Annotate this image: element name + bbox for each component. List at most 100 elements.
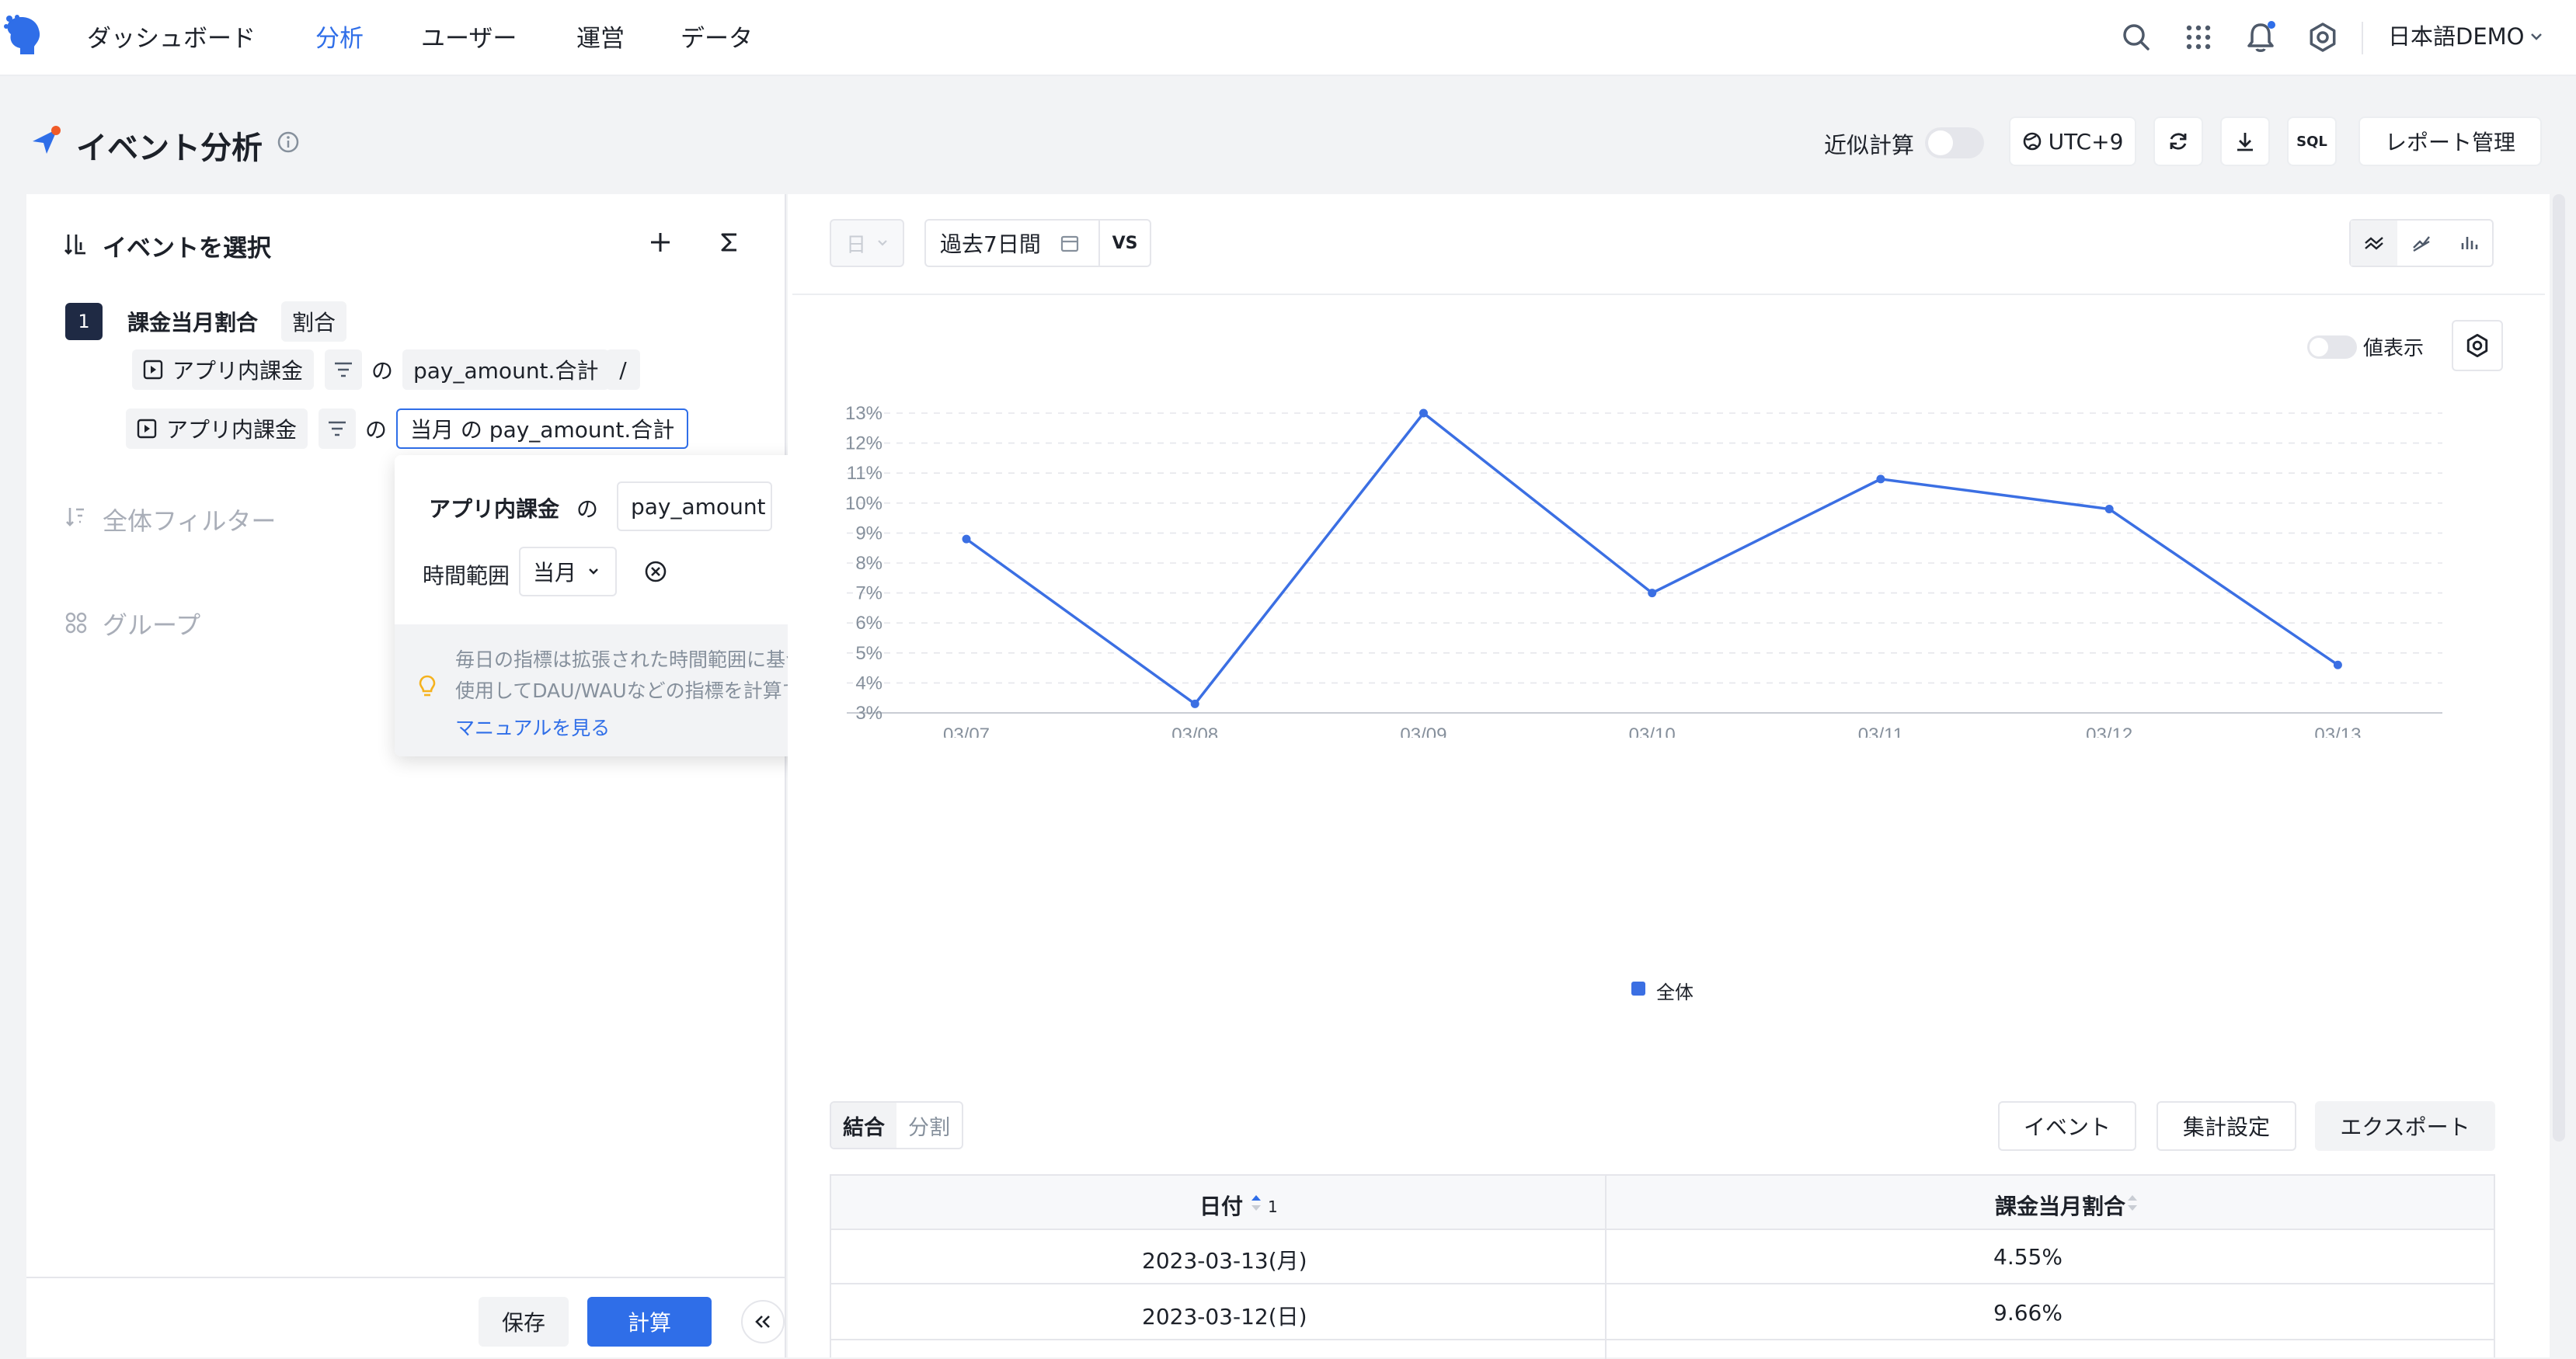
popover-of-label-1: の bbox=[576, 496, 599, 522]
sort-icon[interactable] bbox=[1249, 1191, 1263, 1215]
aggregation-settings-button[interactable]: 集計設定 bbox=[2157, 1101, 2296, 1151]
column-header-date[interactable]: 日付 bbox=[1199, 1190, 1243, 1221]
event-play-icon bbox=[143, 360, 163, 380]
bar-chart-type-icon[interactable] bbox=[2445, 221, 2492, 266]
report-management-button[interactable]: レポート管理 bbox=[2358, 116, 2542, 166]
data-point[interactable] bbox=[1419, 408, 1428, 418]
sort-icon[interactable] bbox=[2125, 1191, 2139, 1215]
event-chip-1[interactable]: アプリ内課金 bbox=[132, 349, 315, 390]
time-range-select[interactable]: 当月 bbox=[519, 547, 617, 596]
global-filter-label[interactable]: 全体フィルター bbox=[103, 502, 276, 537]
cell-ratio: 9.66% bbox=[1993, 1300, 2063, 1326]
event-play-icon bbox=[137, 419, 157, 439]
data-point[interactable] bbox=[962, 534, 971, 544]
nav-item-analysis[interactable]: 分析 bbox=[315, 19, 364, 54]
legend-label[interactable]: 全体 bbox=[1656, 977, 1694, 1004]
clear-range-icon[interactable] bbox=[643, 559, 668, 584]
table-header bbox=[831, 1176, 2494, 1230]
y-tick-label: 10% bbox=[845, 493, 882, 514]
save-button[interactable]: 保存 bbox=[479, 1297, 569, 1347]
nav-item-operations[interactable]: 運営 bbox=[576, 19, 625, 54]
data-point[interactable] bbox=[2104, 505, 2114, 514]
x-tick-label: 03/09 bbox=[1400, 725, 1446, 738]
value-display-label: 値表示 bbox=[2363, 337, 2425, 360]
top-navigation: ダッシュボード 分析 ユーザー 運営 データ 日本語DEMO bbox=[0, 0, 2576, 76]
group-icon bbox=[65, 612, 87, 634]
approx-calc-label: 近似計算 bbox=[1824, 132, 1915, 158]
divider bbox=[2362, 22, 2363, 54]
tab-combined[interactable]: 結合 bbox=[831, 1103, 896, 1148]
chevron-down-icon[interactable] bbox=[2529, 31, 2543, 42]
cell-date: 2023-03-12(日) bbox=[1142, 1304, 1307, 1329]
event-chip-1-label: アプリ内課金 bbox=[172, 358, 304, 384]
info-icon[interactable] bbox=[277, 130, 300, 154]
table-view-tabs: 結合 分割 bbox=[830, 1101, 963, 1149]
time-range-value: 当月 bbox=[533, 560, 577, 586]
y-tick-label: 3% bbox=[855, 703, 882, 724]
toolbar-divider bbox=[792, 294, 2545, 295]
line-chart-type-icon[interactable] bbox=[2351, 221, 2397, 266]
user-menu[interactable]: 日本語DEMO bbox=[2388, 19, 2525, 51]
popover-field-select[interactable]: pay_amount bbox=[617, 481, 772, 531]
compare-vs-button[interactable]: VS bbox=[1098, 219, 1151, 267]
operator-chip[interactable]: / bbox=[606, 349, 640, 390]
add-icon[interactable] bbox=[648, 230, 673, 255]
search-icon[interactable] bbox=[2116, 17, 2157, 57]
data-point[interactable] bbox=[1648, 589, 1657, 598]
y-tick-label: 7% bbox=[855, 583, 882, 604]
metric-type-tag[interactable]: 割合 bbox=[281, 301, 347, 342]
metric-name[interactable]: 課金当月割合 bbox=[127, 306, 258, 337]
notification-bell-icon[interactable] bbox=[2240, 17, 2281, 57]
globe-icon bbox=[2023, 132, 2041, 151]
nav-item-users[interactable]: ユーザー bbox=[421, 19, 517, 54]
manual-link[interactable]: マニュアルを見る bbox=[455, 713, 610, 741]
field-chip-2-active[interactable]: 当月 の pay_amount.合計 bbox=[396, 408, 689, 449]
settings-gear-icon[interactable] bbox=[2303, 17, 2343, 57]
app-logo-icon[interactable] bbox=[3, 12, 44, 56]
legend-swatch bbox=[1631, 982, 1645, 996]
event-button[interactable]: イベント bbox=[1998, 1101, 2136, 1151]
table-row[interactable]: 2023-03-13(月) 4.55% bbox=[831, 1230, 2494, 1284]
approx-calc-toggle[interactable] bbox=[1925, 127, 1984, 158]
chart-settings-button[interactable] bbox=[2452, 320, 2503, 371]
tab-split[interactable]: 分割 bbox=[896, 1103, 962, 1148]
chart-type-switch bbox=[2349, 219, 2494, 267]
granularity-select[interactable]: 日 bbox=[830, 219, 904, 267]
table-row[interactable]: 2023-03-12(日) 9.66% bbox=[831, 1286, 2494, 1340]
nav-item-dashboard[interactable]: ダッシュボード bbox=[87, 19, 256, 54]
sort-order-index: 1 bbox=[1268, 1197, 1278, 1216]
filter-button-1[interactable] bbox=[325, 349, 362, 390]
data-point[interactable] bbox=[1876, 474, 1885, 484]
download-button[interactable] bbox=[2220, 116, 2270, 166]
export-button[interactable]: エクスポート bbox=[2315, 1101, 2495, 1151]
nav-item-data[interactable]: データ bbox=[681, 19, 753, 54]
series-line-all bbox=[965, 411, 2339, 706]
value-display-toggle[interactable] bbox=[2307, 335, 2357, 359]
event-chip-2[interactable]: アプリ内課金 bbox=[126, 408, 308, 449]
page-scrollbar[interactable] bbox=[2553, 194, 2565, 1142]
sql-button[interactable]: SQL bbox=[2287, 116, 2337, 166]
of-label-1: の bbox=[371, 358, 394, 384]
line-chart: 3% 4% 5% 6% 7% 8% 9% 10% 11% 12% 13% 03/07 03/08 03/… bbox=[845, 403, 2442, 738]
of-label-2: の bbox=[365, 417, 388, 443]
area-chart-type-icon[interactable] bbox=[2397, 221, 2445, 266]
field-chip-1[interactable]: pay_amount.合計 bbox=[402, 349, 610, 390]
y-tick-label: 5% bbox=[855, 643, 882, 664]
timezone-button[interactable]: UTC+9 bbox=[2009, 116, 2136, 166]
column-header-ratio[interactable]: 課金当月割合 bbox=[1995, 1190, 2125, 1221]
download-icon bbox=[2237, 133, 2253, 151]
date-range-picker[interactable]: 過去7日間 bbox=[924, 219, 1100, 267]
data-point[interactable] bbox=[1190, 699, 1199, 708]
calculate-button[interactable]: 計算 bbox=[587, 1297, 712, 1347]
y-tick-label: 12% bbox=[845, 433, 882, 454]
collapse-panel-button[interactable] bbox=[741, 1300, 785, 1343]
event-select-icon bbox=[64, 231, 90, 258]
footer-divider bbox=[26, 1277, 785, 1278]
apps-grid-icon[interactable] bbox=[2178, 17, 2219, 57]
page-title: イベント分析 bbox=[76, 130, 263, 166]
sigma-icon[interactable] bbox=[718, 230, 741, 255]
refresh-button[interactable] bbox=[2153, 116, 2203, 166]
filter-button-2[interactable] bbox=[319, 408, 356, 449]
data-point[interactable] bbox=[2333, 660, 2342, 669]
group-label[interactable]: グループ bbox=[103, 606, 200, 641]
